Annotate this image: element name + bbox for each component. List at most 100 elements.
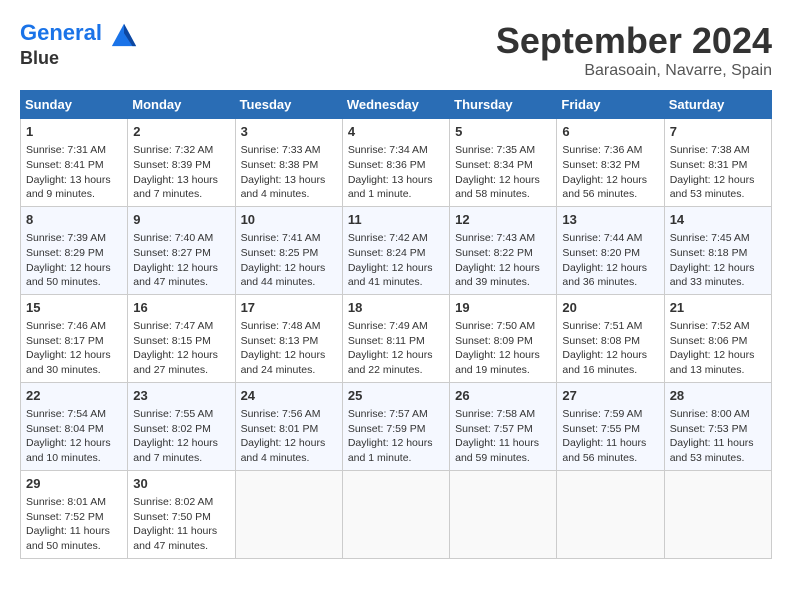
calendar-cell: 15Sunrise: 7:46 AM Sunset: 8:17 PM Dayli…: [21, 294, 128, 382]
day-number: 19: [455, 299, 551, 317]
calendar-week-4: 22Sunrise: 7:54 AM Sunset: 8:04 PM Dayli…: [21, 382, 772, 470]
day-info: Sunrise: 7:59 AM Sunset: 7:55 PM Dayligh…: [562, 407, 658, 466]
day-info: Sunrise: 7:35 AM Sunset: 8:34 PM Dayligh…: [455, 143, 551, 202]
day-info: Sunrise: 7:52 AM Sunset: 8:06 PM Dayligh…: [670, 319, 766, 378]
day-number: 28: [670, 387, 766, 405]
calendar-week-3: 15Sunrise: 7:46 AM Sunset: 8:17 PM Dayli…: [21, 294, 772, 382]
day-number: 25: [348, 387, 444, 405]
weekday-header-monday: Monday: [128, 91, 235, 119]
calendar-cell: [664, 470, 771, 558]
day-info: Sunrise: 7:42 AM Sunset: 8:24 PM Dayligh…: [348, 231, 444, 290]
calendar-cell: 6 Sunrise: 7:36 AM Sunset: 8:32 PM Daylig…: [557, 119, 664, 207]
logo-text: General: [20, 20, 138, 48]
calendar-cell: 19 Sunrise: 7:50 AM Sunset: 8:09 PM Dayli…: [450, 294, 557, 382]
calendar-cell: 23 Sunrise: 7:55 AM Sunset: 8:02 PM Dayli…: [128, 382, 235, 470]
day-number: 2: [133, 123, 229, 141]
calendar-cell: 24 Sunrise: 7:56 AM Sunset: 8:01 PM Dayli…: [235, 382, 342, 470]
day-number: 24: [241, 387, 337, 405]
day-number: 20: [562, 299, 658, 317]
page-header: General Blue September 2024 Barasoain, N…: [20, 20, 772, 80]
calendar-cell: 14Sunrise: 7:45 AM Sunset: 8:18 PM Dayli…: [664, 206, 771, 294]
day-number: 21: [670, 299, 766, 317]
day-number: 6: [562, 123, 658, 141]
calendar-cell: 28 Sunrise: 8:00 AM Sunset: 7:53 PM Dayli…: [664, 382, 771, 470]
day-info: Sunrise: 7:41 AM Sunset: 8:25 PM Dayligh…: [241, 231, 337, 290]
calendar-week-1: 1 Sunrise: 7:31 AM Sunset: 8:41 PM Daylig…: [21, 119, 772, 207]
day-number: 14: [670, 211, 766, 229]
day-info: Sunrise: 7:39 AM Sunset: 8:29 PM Dayligh…: [26, 231, 122, 290]
day-info: Sunrise: 7:43 AM Sunset: 8:22 PM Dayligh…: [455, 231, 551, 290]
day-info: Sunrise: 7:40 AM Sunset: 8:27 PM Dayligh…: [133, 231, 229, 290]
day-info: Sunrise: 7:54 AM Sunset: 8:04 PM Dayligh…: [26, 407, 122, 466]
title-block: September 2024 Barasoain, Navarre, Spain: [496, 20, 772, 80]
calendar-cell: 30Sunrise: 8:02 AM Sunset: 7:50 PM Dayli…: [128, 470, 235, 558]
calendar-cell: 2 Sunrise: 7:32 AM Sunset: 8:39 PM Daylig…: [128, 119, 235, 207]
calendar-cell: 1 Sunrise: 7:31 AM Sunset: 8:41 PM Daylig…: [21, 119, 128, 207]
location-title: Barasoain, Navarre, Spain: [496, 62, 772, 80]
day-number: 23: [133, 387, 229, 405]
day-number: 17: [241, 299, 337, 317]
day-info: Sunrise: 7:44 AM Sunset: 8:20 PM Dayligh…: [562, 231, 658, 290]
calendar-cell: 9Sunrise: 7:40 AM Sunset: 8:27 PM Daylig…: [128, 206, 235, 294]
day-number: 3: [241, 123, 337, 141]
calendar-cell: 22Sunrise: 7:54 AM Sunset: 8:04 PM Dayli…: [21, 382, 128, 470]
calendar-cell: 11 Sunrise: 7:42 AM Sunset: 8:24 PM Dayli…: [342, 206, 449, 294]
calendar-cell: 3 Sunrise: 7:33 AM Sunset: 8:38 PM Daylig…: [235, 119, 342, 207]
calendar-cell: 25 Sunrise: 7:57 AM Sunset: 7:59 PM Dayli…: [342, 382, 449, 470]
calendar-cell: 16Sunrise: 7:47 AM Sunset: 8:15 PM Dayli…: [128, 294, 235, 382]
day-info: Sunrise: 7:32 AM Sunset: 8:39 PM Dayligh…: [133, 143, 229, 202]
calendar-cell: [450, 470, 557, 558]
day-info: Sunrise: 7:56 AM Sunset: 8:01 PM Dayligh…: [241, 407, 337, 466]
calendar-week-2: 8 Sunrise: 7:39 AM Sunset: 8:29 PM Daylig…: [21, 206, 772, 294]
day-info: Sunrise: 7:55 AM Sunset: 8:02 PM Dayligh…: [133, 407, 229, 466]
day-info: Sunrise: 7:46 AM Sunset: 8:17 PM Dayligh…: [26, 319, 122, 378]
calendar-cell: [557, 470, 664, 558]
weekday-header-sunday: Sunday: [21, 91, 128, 119]
day-info: Sunrise: 8:01 AM Sunset: 7:52 PM Dayligh…: [26, 495, 122, 554]
day-number: 16: [133, 299, 229, 317]
calendar-cell: [235, 470, 342, 558]
calendar-week-5: 29 Sunrise: 8:01 AM Sunset: 7:52 PM Dayli…: [21, 470, 772, 558]
day-info: Sunrise: 7:51 AM Sunset: 8:08 PM Dayligh…: [562, 319, 658, 378]
day-info: Sunrise: 7:48 AM Sunset: 8:13 PM Dayligh…: [241, 319, 337, 378]
logo: General Blue: [20, 20, 138, 70]
day-number: 4: [348, 123, 444, 141]
logo-text2: Blue: [20, 48, 138, 70]
calendar-cell: 27 Sunrise: 7:59 AM Sunset: 7:55 PM Dayli…: [557, 382, 664, 470]
calendar-cell: 26Sunrise: 7:58 AM Sunset: 7:57 PM Dayli…: [450, 382, 557, 470]
weekday-header-tuesday: Tuesday: [235, 91, 342, 119]
calendar-header-row: SundayMondayTuesdayWednesdayThursdayFrid…: [21, 91, 772, 119]
day-info: Sunrise: 7:31 AM Sunset: 8:41 PM Dayligh…: [26, 143, 122, 202]
day-info: Sunrise: 7:57 AM Sunset: 7:59 PM Dayligh…: [348, 407, 444, 466]
weekday-header-friday: Friday: [557, 91, 664, 119]
day-number: 29: [26, 475, 122, 493]
day-info: Sunrise: 7:36 AM Sunset: 8:32 PM Dayligh…: [562, 143, 658, 202]
day-number: 11: [348, 211, 444, 229]
calendar-cell: 10Sunrise: 7:41 AM Sunset: 8:25 PM Dayli…: [235, 206, 342, 294]
day-number: 30: [133, 475, 229, 493]
day-info: Sunrise: 7:49 AM Sunset: 8:11 PM Dayligh…: [348, 319, 444, 378]
calendar-table: SundayMondayTuesdayWednesdayThursdayFrid…: [20, 90, 772, 559]
day-number: 27: [562, 387, 658, 405]
day-info: Sunrise: 7:33 AM Sunset: 8:38 PM Dayligh…: [241, 143, 337, 202]
day-number: 5: [455, 123, 551, 141]
day-info: Sunrise: 7:38 AM Sunset: 8:31 PM Dayligh…: [670, 143, 766, 202]
calendar-cell: 18 Sunrise: 7:49 AM Sunset: 8:11 PM Dayli…: [342, 294, 449, 382]
day-number: 8: [26, 211, 122, 229]
day-info: Sunrise: 7:34 AM Sunset: 8:36 PM Dayligh…: [348, 143, 444, 202]
calendar-cell: 21 Sunrise: 7:52 AM Sunset: 8:06 PM Dayli…: [664, 294, 771, 382]
calendar-cell: [342, 470, 449, 558]
calendar-cell: 29 Sunrise: 8:01 AM Sunset: 7:52 PM Dayli…: [21, 470, 128, 558]
day-info: Sunrise: 7:58 AM Sunset: 7:57 PM Dayligh…: [455, 407, 551, 466]
day-number: 18: [348, 299, 444, 317]
calendar-cell: 20 Sunrise: 7:51 AM Sunset: 8:08 PM Dayli…: [557, 294, 664, 382]
calendar-cell: 4 Sunrise: 7:34 AM Sunset: 8:36 PM Daylig…: [342, 119, 449, 207]
weekday-header-saturday: Saturday: [664, 91, 771, 119]
calendar-cell: 12Sunrise: 7:43 AM Sunset: 8:22 PM Dayli…: [450, 206, 557, 294]
weekday-header-thursday: Thursday: [450, 91, 557, 119]
day-info: Sunrise: 7:50 AM Sunset: 8:09 PM Dayligh…: [455, 319, 551, 378]
month-title: September 2024: [496, 20, 772, 62]
calendar-cell: 8 Sunrise: 7:39 AM Sunset: 8:29 PM Daylig…: [21, 206, 128, 294]
day-number: 1: [26, 123, 122, 141]
day-info: Sunrise: 8:00 AM Sunset: 7:53 PM Dayligh…: [670, 407, 766, 466]
